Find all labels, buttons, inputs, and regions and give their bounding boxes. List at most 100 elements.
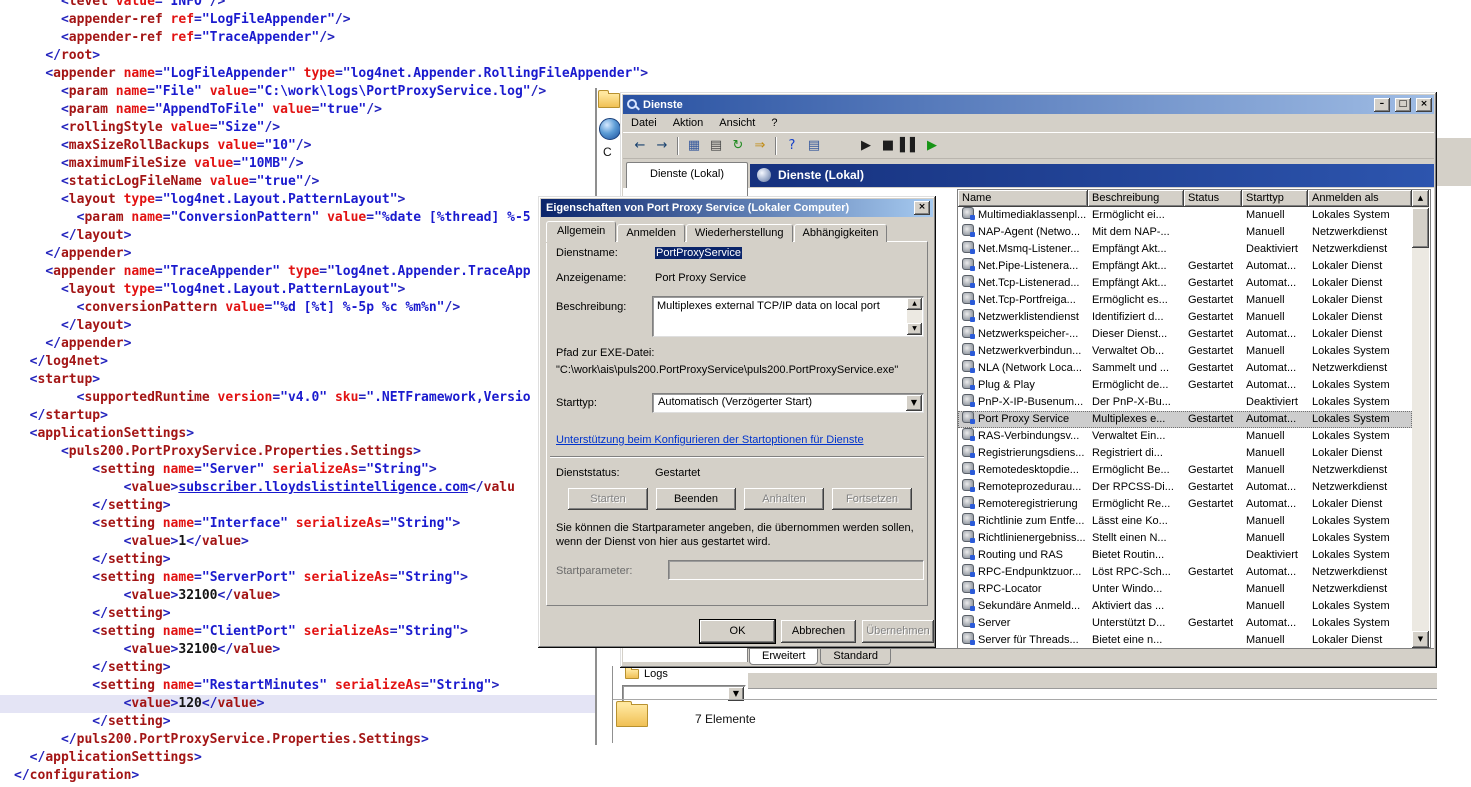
back-icon[interactable]: ← bbox=[630, 136, 650, 156]
start-service-icon[interactable]: ▶ bbox=[856, 136, 876, 156]
service-row[interactable]: NAP-Agent (Netwo...Mit dem NAP-...Manuel… bbox=[958, 224, 1412, 241]
restart-service-icon[interactable]: ▶ bbox=[922, 136, 942, 156]
services-window-icon bbox=[626, 98, 639, 111]
close-icon[interactable]: × bbox=[914, 201, 930, 215]
service-row[interactable]: PnP-X-IP-Busenum...Der PnP-X-Bu...Deakti… bbox=[958, 394, 1412, 411]
service-row[interactable]: Remotedesktopdie...Ermöglicht Be...Gesta… bbox=[958, 462, 1412, 479]
service-row[interactable]: Net.Msmq-Listener...Empfängt Akt...Deakt… bbox=[958, 241, 1412, 258]
service-row[interactable]: Net.Tcp-Portfreiga...Ermöglicht es...Ges… bbox=[958, 292, 1412, 309]
services-titlebar[interactable]: Dienste – □ × bbox=[623, 95, 1434, 114]
scroll-down-button[interactable]: ▼ bbox=[1412, 631, 1429, 648]
stop-service-icon[interactable]: ■ bbox=[878, 136, 898, 156]
cancel-button[interactable]: Abbrechen bbox=[781, 620, 856, 643]
tab-allgemein[interactable]: Allgemein bbox=[546, 221, 616, 242]
scroll-up-button[interactable]: ▲ bbox=[1412, 190, 1429, 207]
service-row[interactable]: Routing und RASBietet Routin...Deaktivie… bbox=[958, 547, 1412, 564]
menu-ansicht[interactable]: Ansicht bbox=[711, 115, 763, 131]
tab-wiederherstellung[interactable]: Wiederherstellung bbox=[686, 224, 793, 242]
service-row[interactable]: Richtlinie zum Entfe...Lässt eine Ko...M… bbox=[958, 513, 1412, 530]
dialog-title: Eigenschaften von Port Proxy Service (Lo… bbox=[546, 202, 912, 214]
scroll-thumb[interactable] bbox=[1412, 208, 1429, 248]
close-button[interactable]: × bbox=[1416, 98, 1432, 112]
pause-service-icon[interactable]: ▌▌ bbox=[900, 136, 920, 156]
column-header-anmelden-als[interactable]: Anmelden als bbox=[1308, 190, 1412, 207]
ok-button[interactable]: OK bbox=[700, 620, 775, 643]
tree-item-label: Logs bbox=[644, 668, 668, 680]
help-icon[interactable]: ? bbox=[782, 136, 802, 156]
pane-header: Dienste (Lokal) bbox=[750, 164, 1434, 187]
view-tab-standard[interactable]: Standard bbox=[820, 649, 891, 665]
display-name-label: Anzeigename: bbox=[556, 272, 626, 284]
service-row[interactable]: NetzwerklistendienstIdentifiziert d...Ge… bbox=[958, 309, 1412, 326]
service-row[interactable]: RPC-Endpunktzuor...Löst RPC-Sch...Gestar… bbox=[958, 564, 1412, 581]
service-row[interactable]: Richtlinienergebniss...Stellt einen N...… bbox=[958, 530, 1412, 547]
menu-help[interactable]: ? bbox=[763, 115, 785, 131]
service-row[interactable]: NLA (Network Loca...Sammelt und ...Gesta… bbox=[958, 360, 1412, 377]
stop-button[interactable]: Beenden bbox=[656, 488, 736, 510]
minimize-button[interactable]: – bbox=[1374, 98, 1390, 112]
menu-datei[interactable]: Datei bbox=[623, 115, 665, 131]
computer-icon[interactable] bbox=[599, 118, 621, 140]
show-console-tree-icon[interactable]: ▦ bbox=[684, 136, 704, 156]
export-icon[interactable]: ⇒ bbox=[750, 136, 770, 156]
maximize-button[interactable]: □ bbox=[1395, 98, 1411, 112]
service-row[interactable]: Remoteprozedurau...Der RPCSS-Di...Gestar… bbox=[958, 479, 1412, 496]
service-row[interactable]: Plug & PlayErmöglicht de...GestartetAuto… bbox=[958, 377, 1412, 394]
explorer-combobox[interactable]: ▼ bbox=[622, 685, 746, 705]
service-row[interactable]: Net.Pipe-Listenera...Empfängt Akt...Gest… bbox=[958, 258, 1412, 275]
column-header-name[interactable]: Name bbox=[958, 190, 1088, 207]
service-row[interactable]: Port Proxy ServiceMultiplexes e...Gestar… bbox=[958, 411, 1412, 428]
properties-icon[interactable]: ▤ bbox=[804, 136, 824, 156]
scroll-down-button[interactable]: ▼ bbox=[907, 323, 922, 335]
folder-icon[interactable] bbox=[598, 93, 620, 108]
start-type-label: Starttyp: bbox=[556, 397, 597, 409]
start-params-label: Startparameter: bbox=[556, 565, 632, 577]
service-row[interactable]: ServerUnterstützt D...GestartetAutomat..… bbox=[958, 615, 1412, 632]
list-rows: Multimediaklassenpl...Ermöglicht ei...Ma… bbox=[958, 207, 1412, 648]
menu-aktion[interactable]: Aktion bbox=[665, 115, 712, 131]
code-line: </root> bbox=[0, 47, 1471, 65]
scroll-up-button[interactable]: ▲ bbox=[907, 298, 922, 310]
service-name-value: PortProxyService bbox=[655, 247, 742, 259]
service-icon bbox=[962, 343, 974, 355]
service-row[interactable]: Multimediaklassenpl...Ermöglicht ei...Ma… bbox=[958, 207, 1412, 224]
service-icon bbox=[962, 462, 974, 474]
service-row[interactable]: Netzwerkspeicher-...Dieser Dienst...Gest… bbox=[958, 326, 1412, 343]
export-list-icon[interactable]: ▤ bbox=[706, 136, 726, 156]
toolbar-strip bbox=[748, 672, 1437, 689]
service-row[interactable]: Server für Threads...Bietet eine n...Man… bbox=[958, 632, 1412, 648]
service-row[interactable]: RemoteregistrierungErmöglicht Re...Gesta… bbox=[958, 496, 1412, 513]
console-tab[interactable]: Dienste (Lokal) bbox=[626, 162, 748, 188]
view-tab-erweitert[interactable]: Erweitert bbox=[749, 649, 818, 665]
description-scrollbar[interactable]: ▲ ▼ bbox=[907, 298, 922, 335]
description-box[interactable]: Multiplexes external TCP/IP data on loca… bbox=[652, 296, 924, 337]
column-header-status[interactable]: Status bbox=[1184, 190, 1242, 207]
list-scrollbar[interactable]: ▲ ▼ bbox=[1412, 190, 1429, 648]
service-row[interactable]: RAS-Verbindungsv...Verwaltet Ein...Manue… bbox=[958, 428, 1412, 445]
start-type-combobox[interactable]: Automatisch (Verzögerter Start) ▼ bbox=[652, 393, 924, 413]
startup-options-help-link[interactable]: Unterstützung beim Konfigurieren der Sta… bbox=[556, 434, 864, 446]
tab-anmelden[interactable]: Anmelden bbox=[617, 224, 685, 242]
service-icon bbox=[962, 258, 974, 270]
service-row[interactable]: Net.Tcp-Listenerad...Empfängt Akt...Gest… bbox=[958, 275, 1412, 292]
service-row[interactable]: Sekundäre Anmeld...Aktiviert das ...Manu… bbox=[958, 598, 1412, 615]
tab-abhngigkeiten[interactable]: Abhängigkeiten bbox=[794, 224, 888, 242]
code-line: <appender-ref ref="LogFileAppender"/> bbox=[0, 11, 1471, 29]
chevron-down-icon[interactable]: ▼ bbox=[906, 395, 922, 411]
code-line: <level value="INFO"/> bbox=[0, 0, 1471, 11]
dialog-titlebar[interactable]: Eigenschaften von Port Proxy Service (Lo… bbox=[541, 199, 933, 217]
code-line: </configuration> bbox=[0, 767, 1471, 785]
service-row[interactable]: Registrierungsdiens...Registriert di...M… bbox=[958, 445, 1412, 462]
tree-item-logs[interactable]: Logs bbox=[625, 668, 668, 680]
service-icon bbox=[962, 377, 974, 389]
column-header-starttyp[interactable]: Starttyp bbox=[1242, 190, 1308, 207]
view-tabs: ErweitertStandard bbox=[749, 649, 893, 665]
refresh-icon[interactable]: ↻ bbox=[728, 136, 748, 156]
service-row[interactable]: RPC-LocatorUnter Windo...ManuellNetzwerk… bbox=[958, 581, 1412, 598]
service-icon bbox=[962, 360, 974, 372]
service-row[interactable]: Netzwerkverbindun...Verwaltet Ob...Gesta… bbox=[958, 343, 1412, 360]
forward-icon[interactable]: → bbox=[652, 136, 672, 156]
column-header-beschreibung[interactable]: Beschreibung bbox=[1088, 190, 1184, 207]
pane-header-label: Dienste (Lokal) bbox=[778, 168, 864, 182]
service-status-value: Gestartet bbox=[655, 467, 700, 479]
